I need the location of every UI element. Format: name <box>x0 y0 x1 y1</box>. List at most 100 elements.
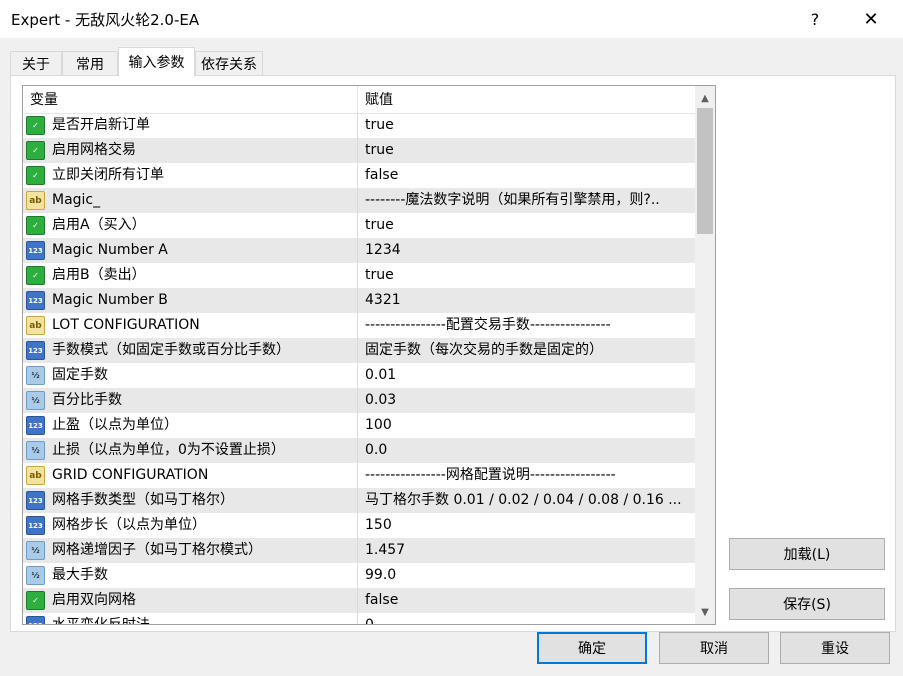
reset-button[interactable]: 重设 <box>780 632 890 664</box>
parameter-value[interactable]: 150 <box>365 513 691 538</box>
scroll-up-icon[interactable]: ▲ <box>695 88 715 108</box>
parameter-value[interactable]: true <box>365 138 691 163</box>
parameter-value[interactable]: ----------------网格配置说明----------------- <box>365 463 691 488</box>
column-divider[interactable] <box>357 86 358 113</box>
parameter-name: 手数模式（如固定手数或百分比手数） <box>52 342 290 358</box>
parameter-name: 立即关闭所有订单 <box>52 167 164 183</box>
parameter-name: 启用网格交易 <box>52 142 136 158</box>
column-header-variable[interactable]: 变量 <box>30 86 58 113</box>
parameter-value[interactable]: 100 <box>365 413 691 438</box>
parameter-name: 最大手数 <box>52 567 108 583</box>
parameter-value[interactable]: true <box>365 113 691 138</box>
bool-icon: ✓ <box>26 141 45 160</box>
integer-icon: 123 <box>26 616 45 624</box>
parameter-row[interactable]: ✓ 立即关闭所有订单 false <box>23 163 695 188</box>
tab-dependencies[interactable]: 依存关系 <box>195 51 263 75</box>
parameter-value[interactable]: false <box>365 163 691 188</box>
integer-icon: 123 <box>26 241 45 260</box>
parameter-name: 网格步长（以点为单位） <box>52 517 206 533</box>
integer-icon: 123 <box>26 416 45 435</box>
parameter-name: 网格递增因子（如马丁格尔模式） <box>52 542 262 558</box>
parameter-name: 止损（以点为单位，0为不设置止损） <box>52 442 285 458</box>
input-parameters-grid: 变量 赋值 ✓ 是否开启新订单 true ✓ 启用网格交易 true ✓ 立即关闭所有订单 fa… <box>22 85 716 625</box>
parameter-row[interactable]: ab Magic_ --------魔法数字说明（如果所有引擎禁用，则?.. <box>23 188 695 213</box>
string-icon: ab <box>26 316 45 335</box>
bool-icon: ✓ <box>26 216 45 235</box>
parameter-row[interactable]: ✓ 启用B（卖出） true <box>23 263 695 288</box>
parameter-name: 百分比手数 <box>52 392 122 408</box>
cell-divider <box>357 188 358 213</box>
parameter-row[interactable]: 123 水平变化反时法 0 <box>23 613 695 624</box>
parameter-name: 启用B（卖出） <box>52 267 146 283</box>
parameter-row[interactable]: 123 Magic Number B 4321 <box>23 288 695 313</box>
parameter-value[interactable]: 0 <box>365 613 691 624</box>
parameter-row[interactable]: 123 手数模式（如固定手数或百分比手数） 固定手数（每次交易的手数是固定的） <box>23 338 695 363</box>
parameter-value[interactable]: 1234 <box>365 238 691 263</box>
cell-divider <box>357 538 358 563</box>
save-button[interactable]: 保存(S) <box>729 588 885 620</box>
integer-icon: 123 <box>26 291 45 310</box>
cell-divider <box>357 588 358 613</box>
scroll-down-icon[interactable]: ▼ <box>695 602 715 622</box>
parameter-value[interactable]: 4321 <box>365 288 691 313</box>
parameter-row[interactable]: 123 网格手数类型（如马丁格尔） 马丁格尔手数 0.01 / 0.02 / 0.0… <box>23 488 695 513</box>
parameter-value[interactable]: 0.0 <box>365 438 691 463</box>
parameter-value[interactable]: --------魔法数字说明（如果所有引擎禁用，则?.. <box>365 188 691 213</box>
parameter-row[interactable]: ½ 止损（以点为单位，0为不设置止损） 0.0 <box>23 438 695 463</box>
parameter-row[interactable]: ½ 最大手数 99.0 <box>23 563 695 588</box>
parameter-value[interactable]: 99.0 <box>365 563 691 588</box>
parameter-value[interactable]: 1.457 <box>365 538 691 563</box>
tab-inputs[interactable]: 输入参数 <box>118 47 195 76</box>
parameter-value[interactable]: true <box>365 213 691 238</box>
string-icon: ab <box>26 466 45 485</box>
parameter-row[interactable]: ½ 百分比手数 0.03 <box>23 388 695 413</box>
parameter-name: Magic Number A <box>52 242 168 258</box>
cell-divider <box>357 363 358 388</box>
expert-properties-window: Expert - 无敌风火轮2.0-EA ? ✕ 关于 常用 输入参数 依存关系… <box>0 0 903 676</box>
parameter-row[interactable]: ab LOT CONFIGURATION ----------------配置交易手… <box>23 313 695 338</box>
cell-divider <box>357 463 358 488</box>
help-icon[interactable]: ? <box>792 0 838 38</box>
double-icon: ½ <box>26 541 45 560</box>
load-button[interactable]: 加载(L) <box>729 538 885 570</box>
parameter-row[interactable]: ✓ 启用网格交易 true <box>23 138 695 163</box>
parameter-value[interactable]: 固定手数（每次交易的手数是固定的） <box>365 338 691 363</box>
scroll-thumb[interactable] <box>697 108 713 234</box>
parameter-row[interactable]: ½ 网格递增因子（如马丁格尔模式） 1.457 <box>23 538 695 563</box>
cancel-button[interactable]: 取消 <box>659 632 769 664</box>
column-header-value[interactable]: 赋值 <box>365 86 393 113</box>
parameter-value[interactable]: ----------------配置交易手数---------------- <box>365 313 691 338</box>
cell-divider <box>357 288 358 313</box>
ok-button[interactable]: 确定 <box>537 632 647 664</box>
double-icon: ½ <box>26 391 45 410</box>
integer-icon: 123 <box>26 491 45 510</box>
vertical-scrollbar[interactable]: ▲ ▼ <box>695 86 715 624</box>
parameter-value[interactable]: 0.03 <box>365 388 691 413</box>
parameter-row[interactable]: ✓ 是否开启新订单 true <box>23 113 695 138</box>
cell-divider <box>357 313 358 338</box>
cell-divider <box>357 263 358 288</box>
parameter-row[interactable]: ✓ 启用双向网格 false <box>23 588 695 613</box>
parameter-value[interactable]: true <box>365 263 691 288</box>
tab-about[interactable]: 关于 <box>10 51 62 75</box>
cell-divider <box>357 613 358 624</box>
cell-divider <box>357 338 358 363</box>
bool-icon: ✓ <box>26 266 45 285</box>
parameter-value[interactable]: 马丁格尔手数 0.01 / 0.02 / 0.04 / 0.08 / 0.16 … <box>365 488 691 513</box>
parameter-name: 启用A（买入） <box>52 217 146 233</box>
parameter-row[interactable]: ab GRID CONFIGURATION ----------------网格配置… <box>23 463 695 488</box>
parameter-row[interactable]: ✓ 启用A（买入） true <box>23 213 695 238</box>
string-icon: ab <box>26 191 45 210</box>
cell-divider <box>357 563 358 588</box>
parameter-row[interactable]: 123 止盈（以点为单位） 100 <box>23 413 695 438</box>
tab-common[interactable]: 常用 <box>62 51 118 75</box>
parameter-row[interactable]: 123 网格步长（以点为单位） 150 <box>23 513 695 538</box>
parameter-name: GRID CONFIGURATION <box>52 467 209 483</box>
cell-divider <box>357 113 358 138</box>
parameter-value[interactable]: 0.01 <box>365 363 691 388</box>
parameter-row[interactable]: 123 Magic Number A 1234 <box>23 238 695 263</box>
integer-icon: 123 <box>26 341 45 360</box>
parameter-row[interactable]: ½ 固定手数 0.01 <box>23 363 695 388</box>
parameter-value[interactable]: false <box>365 588 691 613</box>
close-icon[interactable]: ✕ <box>848 0 894 38</box>
